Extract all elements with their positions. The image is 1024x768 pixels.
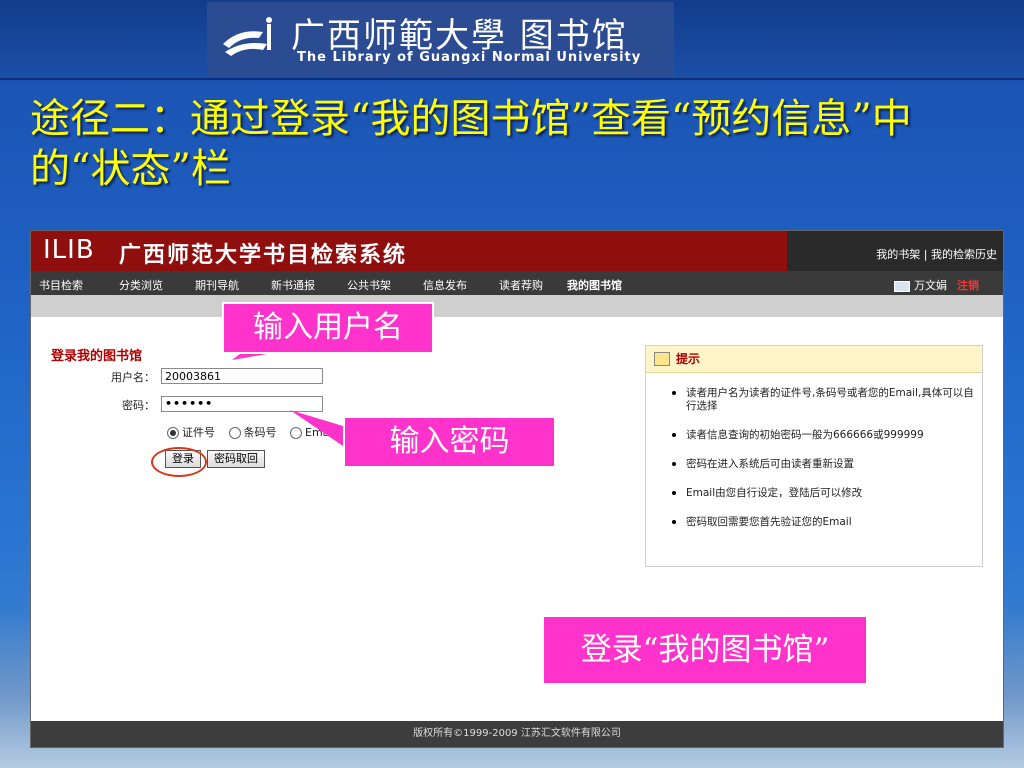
nav-item-my-library[interactable]: 我的图书馆 — [567, 277, 622, 293]
nav-item-news[interactable]: 信息发布 — [423, 277, 467, 293]
login-type-radios: 证件号 条码号 Email — [167, 424, 346, 440]
username-input[interactable] — [161, 368, 323, 384]
top-links-text[interactable]: 我的书架 | 我的检索历史 — [876, 248, 997, 261]
login-callout: 登录“我的图书馆” — [544, 617, 866, 683]
password-label: 密码： — [122, 399, 155, 412]
password-input[interactable]: •••••• — [161, 396, 323, 412]
nav-item-recommend[interactable]: 读者荐购 — [499, 277, 543, 293]
radio-on-icon — [167, 427, 179, 439]
radio-card-number[interactable]: 证件号 — [167, 426, 215, 439]
tip-item: 密码在进入系统后可由读者重新设置 — [672, 458, 982, 471]
radio-off-icon — [290, 427, 302, 439]
tips-panel: 提示 读者用户名为读者的证件号,条码号或者您的Email,具体可以自行选择 读者… — [645, 345, 983, 567]
user-name: 万文娟 — [914, 279, 947, 292]
footer: 版权所有©1999-2009 江苏汇文软件有限公司 — [31, 721, 1003, 747]
logout-link[interactable]: 注销 — [957, 279, 979, 292]
radio-barcode-label: 条码号 — [243, 426, 277, 439]
slide-title: 途径二：通过登录“我的图书馆”查看“预约信息”中的“状态”栏 — [30, 96, 912, 192]
password-callout: 输入密码 — [343, 416, 556, 468]
radio-email-label: Email — [305, 426, 336, 439]
tips-title: 提示 — [676, 352, 701, 366]
radio-off-icon — [228, 427, 241, 439]
nav-item-public-shelf[interactable]: 公共书架 — [347, 277, 391, 293]
ilib-logo: ILIB — [43, 235, 95, 265]
tip-item: 密码取回需要您首先验证您的Email — [672, 516, 982, 529]
radio-email[interactable]: Email — [290, 426, 336, 439]
username-label: 用户名： — [111, 371, 155, 384]
slide-header: 广西师範大學 图书馆 The Library of Guangxi Normal… — [0, 0, 1024, 80]
top-links[interactable]: 我的书架 | 我的检索历史 — [787, 231, 1003, 271]
tips-list: 读者用户名为读者的证件号,条码号或者您的Email,具体可以自行选择 读者信息查… — [646, 373, 982, 529]
tip-item: 读者信息查询的初始密码一般为666666或999999 — [672, 429, 982, 442]
nav-item-browse[interactable]: 分类浏览 — [119, 277, 163, 293]
tips-header: 提示 — [646, 346, 982, 373]
library-logo: 广西师範大學 图书馆 The Library of Guangxi Normal… — [207, 2, 674, 76]
username-callout: 输入用户名 — [222, 302, 434, 354]
login-highlight-circle — [151, 447, 207, 477]
login-title: 登录我的图书馆 — [51, 349, 143, 364]
main-nav: 书目检索 分类浏览 期刊导航 新书通报 公共书架 信息发布 读者荐购 我的图书馆… — [31, 271, 1003, 295]
tip-icon — [654, 352, 670, 366]
book-logo-icon — [223, 17, 272, 56]
radio-barcode[interactable]: 条码号 — [228, 426, 277, 439]
tip-item: Email由您自行设定，登陆后可以修改 — [672, 487, 982, 500]
tip-item: 读者用户名为读者的证件号,条码号或者您的Email,具体可以自行选择 — [672, 387, 982, 413]
system-title: 广西师范大学书目检索系统 — [119, 243, 408, 268]
logo-english-text: The Library of Guangxi Normal University — [297, 50, 642, 65]
nav-item-journals[interactable]: 期刊导航 — [195, 277, 239, 293]
radio-card-label: 证件号 — [182, 426, 215, 439]
sub-bar — [31, 295, 1003, 317]
retrieve-password-button[interactable]: 密码取回 — [207, 450, 265, 468]
id-card-icon — [894, 280, 910, 292]
ilib-header: ILIB 广西师范大学书目检索系统 我的书架 | 我的检索历史 — [31, 231, 1003, 271]
nav-item-search[interactable]: 书目检索 — [39, 277, 83, 293]
nav-item-new-books[interactable]: 新书通报 — [271, 277, 315, 293]
user-info: 万文娟 注销 — [894, 277, 979, 293]
